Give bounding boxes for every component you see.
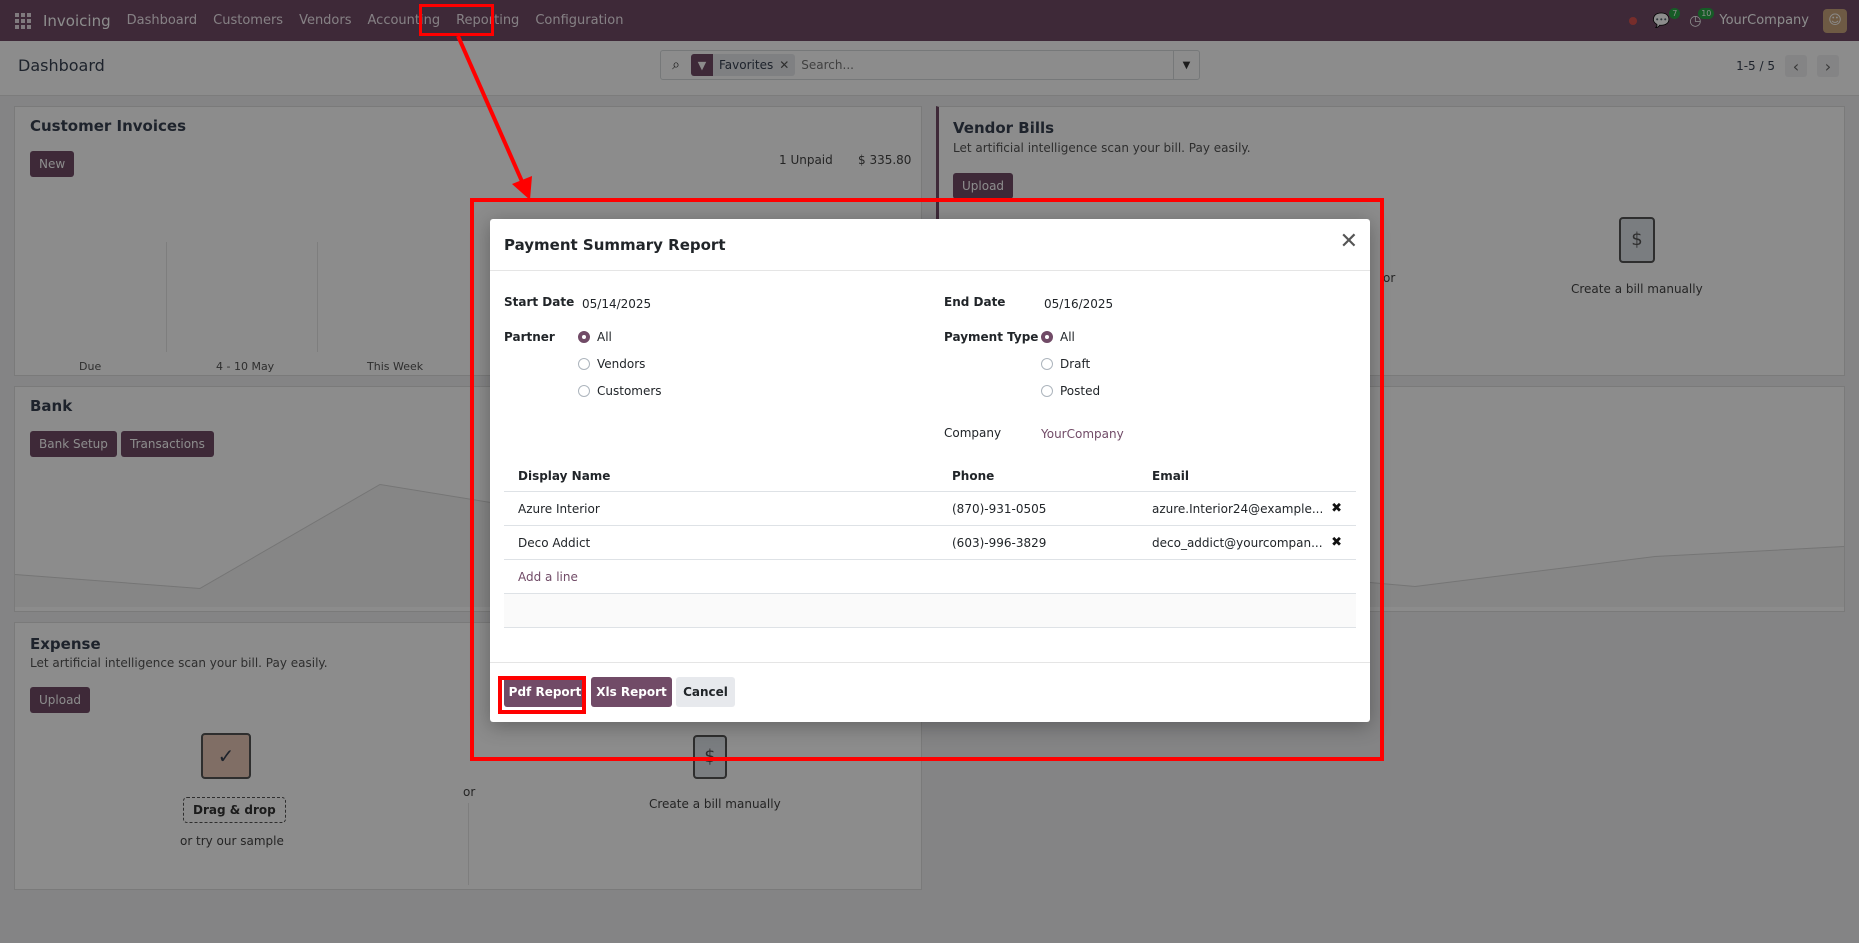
annotation-arrow: [456, 35, 532, 200]
